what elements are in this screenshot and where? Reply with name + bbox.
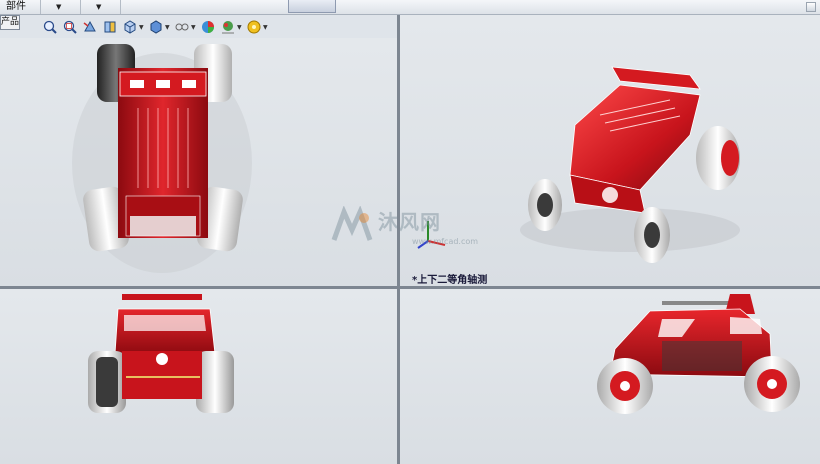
zoom-to-fit-icon[interactable]	[42, 19, 58, 35]
watermark-logo-icon	[331, 206, 373, 241]
display-style-icon[interactable]	[148, 19, 164, 35]
vertical-splitter[interactable]	[397, 15, 400, 464]
dropdown-arrow-icon[interactable]: ▼	[96, 0, 101, 14]
car-front-view	[88, 294, 234, 413]
dropdown-arrow-icon[interactable]: ▼	[237, 24, 242, 31]
divider	[120, 0, 121, 14]
car-top-view	[72, 44, 252, 273]
apply-scene-icon[interactable]	[220, 19, 236, 35]
dropdown-arrow-icon[interactable]: ▼	[139, 24, 144, 31]
viewport-top[interactable]	[0, 38, 397, 286]
view-orientation-label: *上下二等角轴测	[412, 275, 488, 286]
dropdown-arrow-icon[interactable]: ▼	[191, 24, 196, 31]
divider	[40, 0, 41, 14]
viewport-front[interactable]	[0, 289, 397, 464]
section-view-icon[interactable]	[102, 19, 118, 35]
edit-appearance-icon[interactable]	[200, 19, 216, 35]
watermark-url: www.mfcad.com	[412, 237, 479, 246]
zoom-area-icon[interactable]	[62, 19, 78, 35]
watermark-text: 沐风网	[378, 210, 441, 234]
restore-button[interactable]	[806, 2, 816, 12]
horizontal-splitter[interactable]	[0, 286, 820, 289]
viewport-right[interactable]	[400, 289, 820, 464]
view-settings-icon[interactable]	[246, 19, 262, 35]
dropdown-arrow-icon[interactable]: ▼	[56, 0, 61, 14]
dropdown-arrow-icon[interactable]: ▼	[165, 24, 170, 31]
car-side-view	[597, 294, 800, 414]
command-bar: 部件 ▼ ▼	[0, 0, 820, 15]
dropdown-arrow-icon[interactable]: ▼	[263, 24, 268, 31]
hide-show-icon[interactable]	[174, 19, 190, 35]
menu-parts[interactable]: 部件	[6, 0, 26, 14]
previous-view-icon[interactable]	[82, 19, 98, 35]
divider	[80, 0, 81, 14]
view-orientation-icon[interactable]	[122, 19, 138, 35]
product-tag[interactable]: 产品	[0, 15, 20, 30]
active-tab[interactable]	[288, 0, 336, 13]
